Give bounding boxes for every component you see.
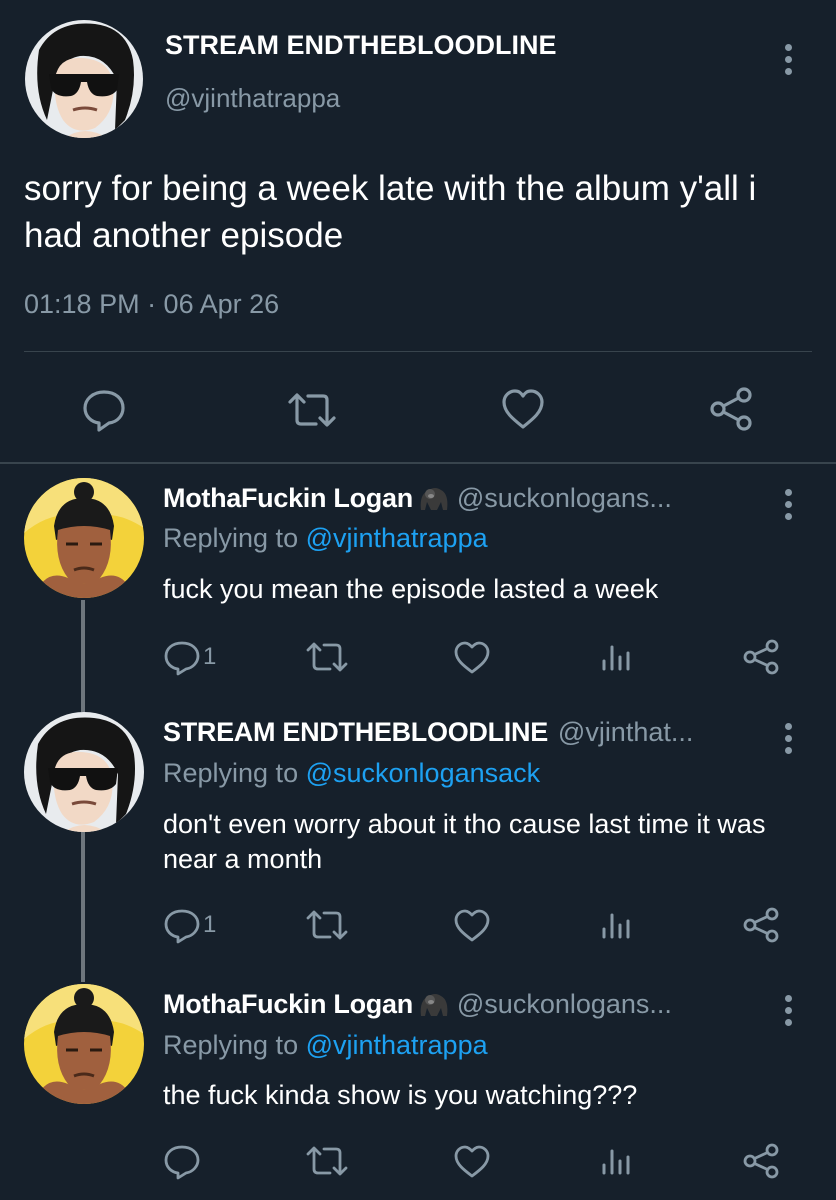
- tweet-text: sorry for being a week late with the alb…: [24, 169, 757, 255]
- replying-to: Replying to @vjinthatrappa: [163, 523, 488, 554]
- divider: [0, 462, 836, 464]
- avatar[interactable]: [25, 20, 143, 138]
- like-icon[interactable]: [500, 388, 546, 430]
- author-handle[interactable]: @suckonlogans...: [457, 989, 672, 1020]
- analytics-icon[interactable]: [600, 911, 630, 939]
- replying-to: Replying to @suckonlogansack: [163, 758, 540, 789]
- replying-prefix: Replying to: [163, 758, 306, 788]
- reply-header: MothaFuckin Logan @suckonlogans...: [163, 989, 672, 1020]
- avatar[interactable]: [24, 478, 144, 598]
- retweet-icon[interactable]: [305, 640, 349, 674]
- share-icon[interactable]: [742, 1142, 780, 1180]
- reply-icon[interactable]: [163, 908, 201, 944]
- analytics-icon[interactable]: [600, 1147, 630, 1175]
- mention-link[interactable]: @vjinthatrappa: [306, 1030, 488, 1060]
- thread-connector: [81, 600, 85, 712]
- share-icon[interactable]: [708, 386, 754, 432]
- avatar[interactable]: [24, 712, 144, 832]
- retweet-icon[interactable]: [286, 390, 338, 430]
- like-icon[interactable]: [453, 1144, 491, 1178]
- share-icon[interactable]: [742, 906, 780, 944]
- author-name[interactable]: STREAM ENDTHEBLOODLINE: [163, 717, 548, 748]
- more-options-icon[interactable]: [783, 723, 793, 754]
- mention-link[interactable]: @vjinthatrappa: [306, 523, 488, 553]
- replying-prefix: Replying to: [163, 523, 306, 553]
- gorilla-emoji-icon: [417, 484, 451, 514]
- tweet-text: don't even worry about it tho cause last…: [163, 809, 766, 874]
- mention-link[interactable]: @suckonlogansack: [306, 758, 541, 788]
- gorilla-emoji-icon: [417, 990, 451, 1020]
- reply-icon[interactable]: [163, 640, 201, 676]
- reply-header: STREAM ENDTHEBLOODLINE @vjinthat...: [163, 717, 693, 748]
- author-name[interactable]: MothaFuckin Logan: [163, 989, 413, 1020]
- replying-prefix: Replying to: [163, 1030, 306, 1060]
- thread-connector: [81, 832, 85, 982]
- divider: [24, 351, 812, 352]
- author-name[interactable]: STREAM ENDTHEBLOODLINE: [165, 30, 557, 61]
- author-handle[interactable]: @vjinthat...: [558, 717, 693, 748]
- author-name[interactable]: MothaFuckin Logan: [163, 483, 413, 514]
- author-handle[interactable]: @vjinthatrappa: [165, 83, 340, 114]
- tweet-text: the fuck kinda show is you watching???: [163, 1080, 638, 1110]
- reply-icon[interactable]: [163, 1144, 201, 1180]
- reply-header: MothaFuckin Logan @suckonlogans...: [163, 483, 672, 514]
- retweet-icon[interactable]: [305, 908, 349, 942]
- tweet-timestamp: 01:18 PM · 06 Apr 26: [24, 289, 280, 319]
- reply-count: 1: [203, 911, 217, 938]
- retweet-icon[interactable]: [305, 1144, 349, 1178]
- avatar[interactable]: [24, 984, 144, 1104]
- reply-icon[interactable]: [81, 388, 127, 432]
- more-options-icon[interactable]: [783, 995, 793, 1026]
- analytics-icon[interactable]: [600, 643, 630, 671]
- tweet-text: fuck you mean the episode lasted a week: [163, 574, 659, 604]
- more-options-icon[interactable]: [783, 44, 793, 75]
- like-icon[interactable]: [453, 908, 491, 942]
- share-icon[interactable]: [742, 638, 780, 676]
- replying-to: Replying to @vjinthatrappa: [163, 1030, 488, 1061]
- author-handle[interactable]: @suckonlogans...: [457, 483, 672, 514]
- like-icon[interactable]: [453, 640, 491, 674]
- reply-count: 1: [203, 643, 217, 670]
- more-options-icon[interactable]: [783, 489, 793, 520]
